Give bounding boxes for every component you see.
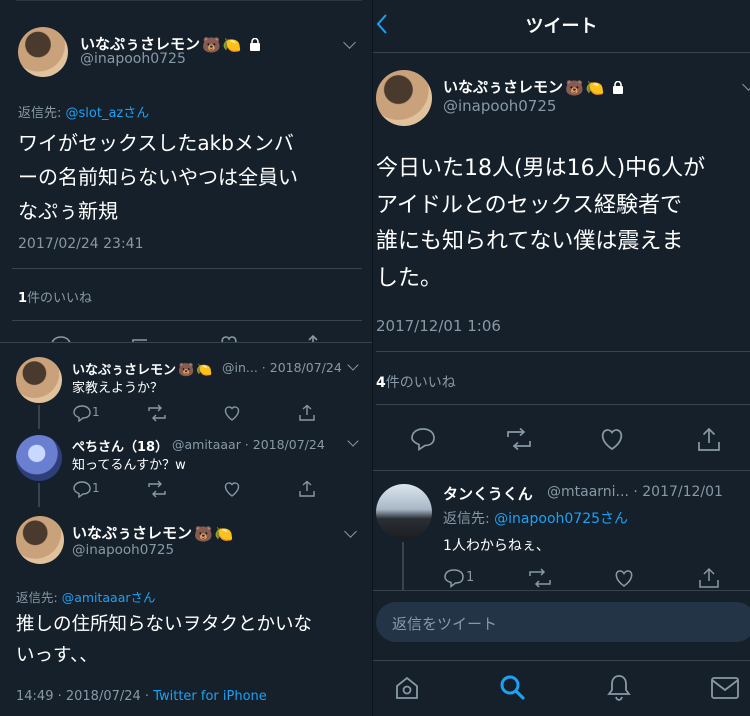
tweet-text: ワイがセックスしたakbメンバ ーの名前知らないやつは全員い なぷぅ新規 [18, 131, 298, 223]
divider [376, 404, 750, 405]
left-screenshot-panel: いなぷぅさレモン 🐻 🍋 @inapooh0725 返信先: @slot_azさん … [0, 0, 373, 716]
chevron-down-icon[interactable] [742, 78, 750, 91]
lemon-emoji: 🍋 [196, 363, 213, 378]
thread-line [402, 542, 404, 590]
like-icon[interactable] [598, 427, 626, 451]
right-screenshot-panel: ツイート いなぷぅさレモン 🐻 🍋 @inapooh0725 今日いた18人(男は1… [373, 0, 750, 716]
reply-count: 1 [92, 481, 100, 495]
handle[interactable]: @inapooh0725 [443, 97, 556, 115]
handle-and-date: @mtaarni... · 2017/12/01 [547, 484, 723, 500]
retweet-icon[interactable] [130, 334, 154, 342]
chevron-down-icon[interactable] [344, 525, 357, 538]
chevron-down-icon[interactable] [347, 435, 359, 447]
author-name-row[interactable]: いなぷぅさレモン 🐻 🍋 [443, 76, 624, 97]
action-bar-clipped [0, 330, 373, 342]
avatar[interactable] [376, 484, 432, 540]
divider [12, 320, 362, 321]
lemon-emoji: 🍋 [222, 35, 242, 54]
bear-emoji: 🐻 [194, 524, 213, 543]
retweet-icon[interactable] [146, 480, 168, 498]
bear-emoji: 🐻 [178, 363, 195, 378]
reply-input[interactable]: 返信をツイート [376, 602, 750, 642]
reply-icon[interactable] [50, 334, 72, 342]
lemon-emoji: 🍋 [585, 78, 605, 97]
divider [12, 268, 362, 269]
retweet-icon[interactable] [146, 404, 168, 422]
divider [376, 351, 750, 352]
avatar[interactable] [16, 435, 62, 481]
author-name-row[interactable]: いなぷぅさレモン 🐻 🍋 [72, 359, 212, 378]
top-divider [16, 0, 362, 1]
share-icon[interactable] [696, 427, 722, 453]
handle[interactable]: @inapooh0725 [80, 51, 186, 67]
thread-line [38, 483, 40, 507]
home-icon[interactable] [394, 675, 420, 701]
reply-icon[interactable] [72, 404, 92, 422]
handle[interactable]: @inapooh0725 [72, 542, 174, 558]
page-title: ツイート [525, 16, 598, 37]
nav-header: ツイート [373, 0, 750, 53]
likes-count[interactable]: 1件のいいね [18, 287, 92, 306]
retweet-icon[interactable] [527, 568, 553, 588]
lemon-emoji: 🍋 [214, 524, 234, 543]
like-icon[interactable] [222, 404, 242, 422]
reply-icon[interactable] [410, 427, 436, 451]
avatar[interactable] [376, 70, 432, 126]
handle-and-date: @amitaaar · 2018/07/24 [172, 437, 325, 452]
reply-icon[interactable] [72, 480, 92, 498]
display-name: いなぷぅさレモン [443, 78, 564, 96]
reply-icon[interactable] [443, 568, 465, 588]
handle-and-date: @in... · 2018/07/24 [222, 360, 342, 375]
likes-count[interactable]: 4件のいいね [376, 372, 456, 392]
avatar[interactable] [18, 27, 68, 77]
display-name: いなぷぅさレモン [72, 363, 177, 378]
share-icon[interactable] [298, 404, 316, 422]
reply-to-user-link[interactable]: @amitaaar [62, 590, 131, 605]
tweet-meta: 14:49 · 2018/07/24 · Twitter for iPhone [16, 689, 267, 704]
lock-icon [612, 81, 623, 94]
chevron-down-icon[interactable] [347, 359, 359, 371]
messages-icon[interactable] [710, 676, 740, 700]
thread-line [38, 405, 40, 429]
reply-text: 知ってるんすか？w [72, 458, 186, 473]
display-name[interactable]: タンくうくん [443, 483, 533, 504]
author-name-row[interactable]: いなぷぅさレモン 🐻 🍋 [72, 522, 233, 543]
share-icon[interactable] [303, 334, 323, 342]
notifications-icon[interactable] [606, 673, 632, 703]
bear-emoji: 🐻 [202, 35, 221, 54]
reply-to-user-link[interactable]: @slot_az [66, 106, 124, 121]
tweet-timestamp[interactable]: 2017/12/01 1:06 [376, 317, 501, 335]
tweet-timestamp[interactable]: 2017/02/24 23:41 [18, 236, 144, 252]
reply-count: 1 [92, 405, 100, 419]
reply-input-placeholder: 返信をツイート [392, 615, 498, 633]
reply-to-user-link[interactable]: @inapooh0725 [494, 511, 600, 527]
reply-to-line: 返信先: @amitaaarさん [16, 590, 156, 605]
share-icon[interactable] [698, 567, 720, 589]
reply-to-line: 返信先: @slot_azさん [18, 106, 150, 121]
search-icon[interactable] [498, 673, 526, 701]
reply-text: 家教えようか？ [72, 381, 164, 396]
display-name[interactable]: ぺちさん（18） [72, 436, 168, 455]
avatar[interactable] [16, 516, 64, 564]
like-icon[interactable] [612, 568, 636, 588]
divider [0, 342, 373, 343]
avatar[interactable] [16, 357, 62, 403]
reply-to-line: 返信先: @inapooh0725さん [443, 511, 629, 527]
bear-emoji: 🐻 [565, 78, 584, 97]
retweet-icon[interactable] [504, 427, 534, 451]
reply-count: 1 [466, 570, 475, 585]
tweet-timestamp: 14:49 · 2018/07/24 · [16, 689, 154, 704]
bottom-tab-bar [373, 660, 750, 716]
display-name: いなぷぅさレモン [72, 524, 193, 542]
tweet-source-link[interactable]: Twitter for iPhone [153, 689, 267, 704]
like-icon[interactable] [218, 334, 240, 342]
like-icon[interactable] [222, 480, 242, 498]
tweet-text: 今日いた18人(男は16人)中6人が アイドルとのセックス経験者で 誰にも知られ… [376, 156, 706, 291]
reply-text: 1人わからねぇ、 [443, 538, 550, 554]
chevron-down-icon[interactable] [343, 36, 356, 49]
divider [373, 470, 750, 471]
tweet-text: 推しの住所知らないヲタクとかいな いっす、、 [16, 614, 313, 666]
share-icon[interactable] [298, 480, 316, 498]
lock-icon [249, 38, 260, 51]
